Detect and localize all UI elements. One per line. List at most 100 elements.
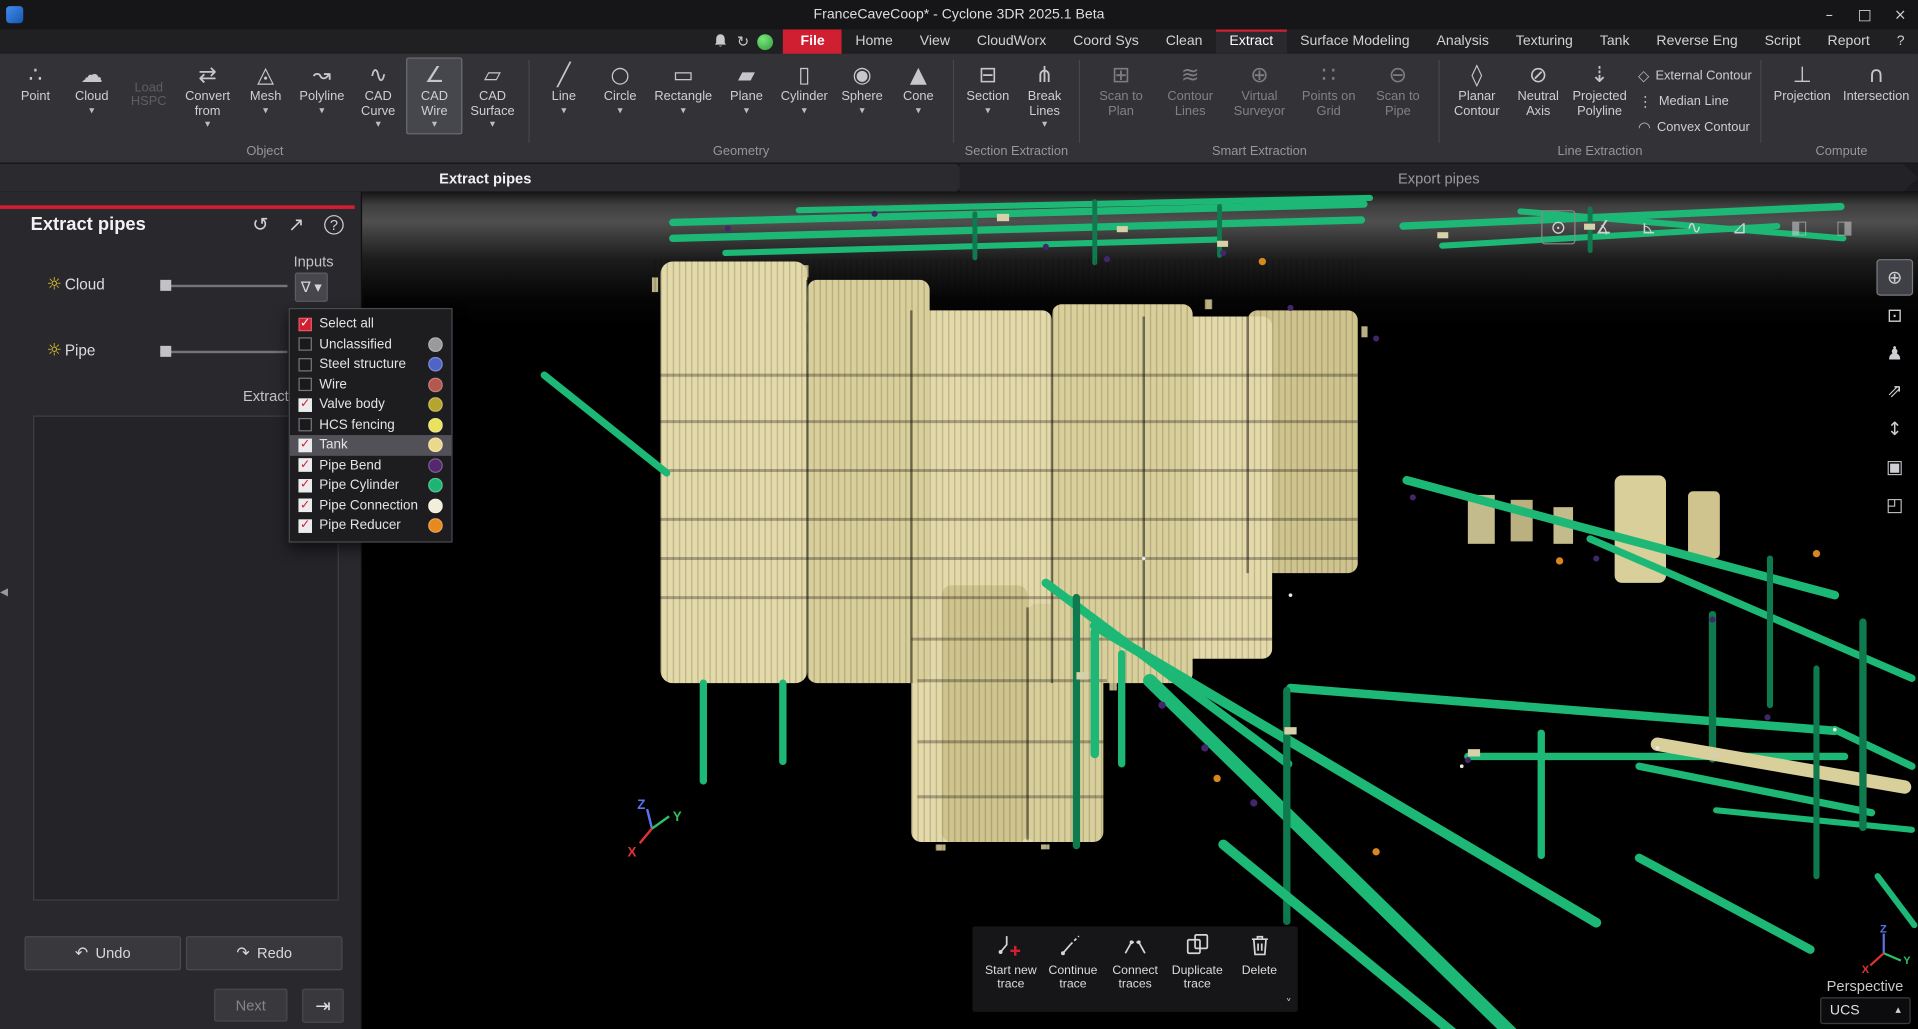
next-button[interactable]: Next (214, 989, 287, 1022)
status-badge[interactable] (758, 34, 774, 50)
bulb-icon[interactable]: ☼ (46, 275, 61, 295)
checkbox[interactable]: ✓ (298, 398, 311, 411)
ribbon-button[interactable]: ○ Circle ▾ (592, 57, 648, 120)
ribbon-button[interactable]: ▱ CAD Surface ▾ (463, 57, 523, 134)
toolbar-button[interactable]: ∿ (1677, 210, 1711, 244)
continue-trace-button[interactable]: Continue trace (1042, 931, 1104, 1009)
start-new-trace-button[interactable]: Start new trace (980, 931, 1042, 1009)
filter-option[interactable]: ✓ Steel structure (290, 354, 451, 374)
filter-option[interactable]: ✓ Valve body (290, 395, 451, 415)
menu-tab[interactable]: Analysis (1423, 29, 1502, 53)
ribbon-button[interactable]: ⋔ Break Lines ▾ (1016, 57, 1073, 134)
menu-tab[interactable]: Texturing (1502, 29, 1586, 53)
toolbar-button[interactable]: ⊕ (1876, 259, 1913, 296)
ribbon-button[interactable]: ◊ Planar Contour (1446, 57, 1508, 122)
checkbox[interactable]: ✓ (298, 317, 311, 330)
panel-collapse-icon[interactable]: ◂ (0, 584, 8, 600)
undo-button[interactable]: ↶ Undo (24, 936, 181, 970)
redo-button[interactable]: ↷ Redo (186, 936, 343, 970)
ribbon-button[interactable]: ⊖ Scan to Pipe (1363, 57, 1432, 122)
help-icon[interactable]: ? (324, 214, 344, 234)
ribbon-button[interactable]: ☁ Cloud ▾ (64, 57, 120, 120)
slider-knob[interactable] (160, 346, 171, 357)
filter-option[interactable]: ✓ Select all (290, 314, 451, 334)
ribbon-button[interactable]: ▲ Cone ▾ (890, 57, 946, 120)
duplicate-trace-button[interactable]: Duplicate trace (1166, 931, 1228, 1009)
ribbon-button[interactable]: ▰ Plane ▾ (718, 57, 774, 120)
delete-trace-button[interactable]: Delete (1228, 931, 1290, 1009)
ribbon-button[interactable]: ▯ Cylinder ▾ (775, 57, 834, 120)
menu-tab[interactable]: Tank (1586, 29, 1643, 53)
filter-option[interactable]: ✓ Tank (290, 435, 451, 455)
menu-tab[interactable]: CloudWorx (963, 29, 1059, 53)
ribbon-small-button[interactable]: ◇ External Contour (1638, 62, 1752, 88)
filter-option[interactable]: ✓ Pipe Bend (290, 455, 451, 475)
minimize-button[interactable]: – (1812, 0, 1847, 29)
ribbon-button[interactable]: ⇣ Projected Polyline (1568, 57, 1630, 122)
ribbon-button[interactable]: ⊞ Scan to Plan (1086, 57, 1155, 122)
menu-tab[interactable]: Surface Modeling (1287, 29, 1423, 53)
point-cloud-scene[interactable]: Z Y X (361, 192, 1918, 1029)
ribbon-button[interactable]: ⊕ Virtual Surveyor (1225, 57, 1294, 122)
filter-option[interactable]: ✓ Unclassified (290, 334, 451, 354)
menu-tab[interactable]: Script (1751, 29, 1814, 53)
ribbon-button[interactable]: ∿ CAD Curve ▾ (350, 57, 406, 134)
checkbox[interactable]: ✓ (298, 499, 311, 512)
checkbox[interactable]: ✓ (298, 418, 311, 431)
ribbon-button[interactable]: ∴ Point (7, 57, 63, 108)
ribbon-button[interactable]: ≋ Contour Lines (1156, 57, 1225, 122)
bulb-icon[interactable]: ☼ (46, 341, 61, 361)
ribbon-button[interactable]: ◬ Mesh ▾ (238, 57, 294, 120)
menu-tab[interactable]: File (783, 29, 841, 53)
send-to-export-button[interactable]: ⇥ (302, 989, 344, 1023)
toolbar-button[interactable]: ↕ (1876, 411, 1913, 448)
ribbon-button[interactable]: ∠ CAD Wire ▾ (406, 57, 462, 134)
share-icon[interactable]: ↗ (288, 214, 304, 234)
cloud-opacity-slider[interactable] (160, 285, 287, 287)
filter-option[interactable]: ✓ Pipe Connection (290, 496, 451, 516)
menu-tab[interactable]: Home (842, 29, 906, 53)
ribbon-button[interactable]: ◉ Sphere ▾ (834, 57, 890, 120)
checkbox[interactable]: ✓ (298, 378, 311, 391)
toolbar-button[interactable]: ⊾ (1632, 210, 1666, 244)
ribbon-button[interactable]: Load HSPC (120, 57, 178, 133)
ribbon-button[interactable]: ╱ Line ▾ (536, 57, 592, 120)
viewport-3d[interactable]: Z Y X ⊙ ∡ ⊾ ∿ ⊿ (361, 192, 1918, 1029)
toolbar-button[interactable]: ⊿ (1722, 210, 1756, 244)
ribbon-button[interactable]: ▭ Rectangle ▾ (648, 57, 718, 120)
menu-tab[interactable]: Report (1814, 29, 1883, 53)
ribbon-button[interactable]: ∩ Intersection (1837, 57, 1916, 108)
checkbox[interactable]: ✓ (298, 479, 311, 492)
history-icon[interactable]: ↺ (252, 214, 268, 234)
filter-option[interactable]: ✓ Wire (290, 375, 451, 395)
checkbox[interactable]: ✓ (298, 459, 311, 472)
menu-tab[interactable]: Extract (1216, 29, 1287, 53)
toolbar-button[interactable]: ⇗ (1876, 373, 1913, 410)
checkbox[interactable]: ✓ (298, 519, 311, 532)
menu-tab[interactable]: ? (1883, 29, 1918, 53)
filter-option[interactable]: ✓ Pipe Cylinder (290, 475, 451, 495)
close-button[interactable]: × (1883, 0, 1918, 29)
workflow-step-export-pipes[interactable]: Export pipes (960, 164, 1918, 192)
checkbox[interactable]: ✓ (298, 438, 311, 451)
menu-tab[interactable]: View (906, 29, 963, 53)
pipe-opacity-slider[interactable] (160, 351, 287, 353)
toolbar-button[interactable]: ♟ (1876, 335, 1913, 372)
ribbon-button[interactable]: ∷ Points on Grid (1294, 57, 1363, 122)
menu-tab[interactable]: Clean (1152, 29, 1216, 53)
slider-knob[interactable] (160, 280, 171, 291)
projection-mode-label[interactable]: Perspective (1827, 978, 1911, 995)
trace-more-icon[interactable]: ˅ (1286, 998, 1292, 1011)
ucs-button[interactable]: UCS ▴ (1820, 997, 1911, 1024)
filter-option[interactable]: ✓ HCS fencing (290, 415, 451, 435)
toolbar-button[interactable]: ∡ (1587, 210, 1621, 244)
toolbar-button[interactable]: ◰ (1876, 486, 1913, 523)
toolbar-button[interactable]: ◧ (1782, 210, 1816, 244)
menu-tab[interactable]: Coord Sys (1060, 29, 1153, 53)
toolbar-button[interactable]: ▣ (1876, 449, 1913, 486)
ribbon-button[interactable]: ⊟ Section ▾ (960, 57, 1016, 120)
toolbar-button[interactable]: ◨ (1827, 210, 1861, 244)
toolbar-button[interactable]: ⊙ (1541, 210, 1575, 244)
ribbon-small-button[interactable]: ⋮ Median Line (1638, 88, 1752, 114)
maximize-button[interactable]: □ (1847, 0, 1882, 29)
